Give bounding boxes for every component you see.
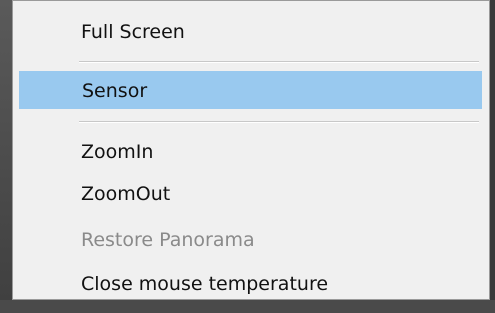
menu-separator	[79, 61, 479, 63]
menu-item-zoom-in[interactable]: ZoomIn	[19, 133, 482, 171]
menu-item-close-mouse-temperature[interactable]: Close mouse temperature	[19, 265, 482, 303]
menu-item-zoom-out[interactable]: ZoomOut	[19, 175, 482, 213]
context-menu: Full Screen Sensor ZoomIn ZoomOut Restor…	[12, 0, 490, 300]
window-edge	[0, 0, 12, 313]
menu-item-sensor[interactable]: Sensor	[19, 71, 482, 109]
menu-item-restore-panorama: Restore Panorama	[81, 229, 255, 251]
menu-separator	[79, 121, 479, 123]
menu-item-full-screen[interactable]: Full Screen	[19, 13, 482, 51]
